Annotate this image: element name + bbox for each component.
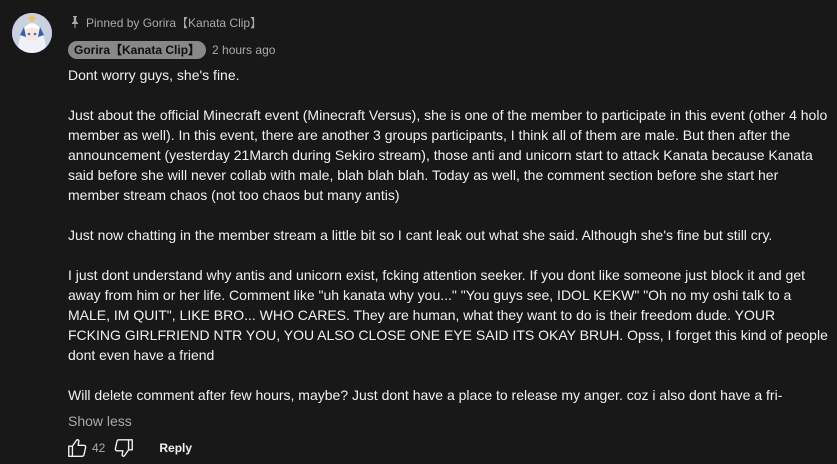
comment-body: Dont worry guys, she's fine. Just about … [68,65,830,405]
author-name[interactable]: Gorira【Kanata Clip】 [68,41,207,59]
thumbs-down-icon [115,439,134,457]
comment-timestamp[interactable]: 2 hours ago [212,43,275,57]
avatar[interactable] [12,13,52,53]
comment-content: Pinned by Gorira【Kanata Clip】 Gorira【Kan… [68,12,830,429]
pinned-banner: Pinned by Gorira【Kanata Clip】 [68,12,830,32]
like-count: 42 [92,441,106,455]
comment-paragraph: Just now chatting in the member stream a… [68,227,773,243]
show-less-button[interactable]: Show less [68,413,830,429]
thumbs-up-icon [68,439,87,457]
dislike-button[interactable] [111,435,137,461]
comment-paragraph: Dont worry guys, she's fine. [68,67,240,83]
author-row: Gorira【Kanata Clip】 2 hours ago [68,41,830,59]
like-button[interactable] [64,435,90,461]
comment-paragraph: I just dont understand why antis and uni… [68,267,828,363]
reply-button[interactable]: Reply [159,441,192,455]
pinned-label: Pinned by Gorira【Kanata Clip】 [86,15,263,30]
pin-icon [72,16,78,28]
comment-paragraph: Will delete comment after few hours, may… [68,387,783,403]
comment-actions: 42 Reply [64,435,192,461]
comment-paragraph: Just about the official Minecraft event … [68,107,828,203]
